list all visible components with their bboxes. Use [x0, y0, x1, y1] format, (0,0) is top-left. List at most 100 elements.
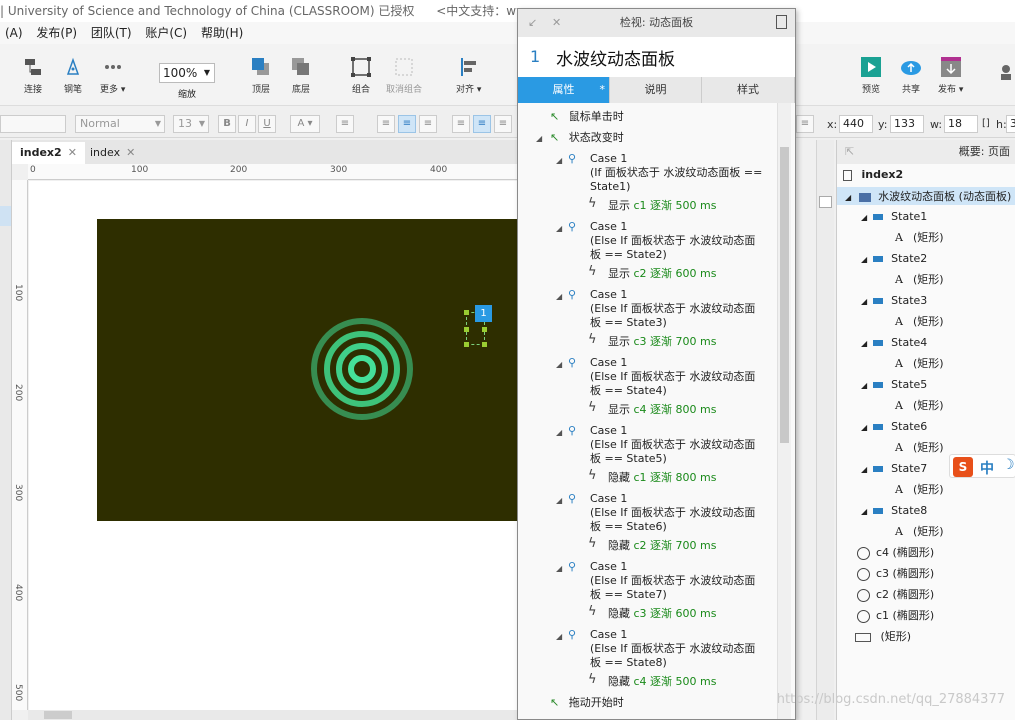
valign-top-button[interactable]: ≡ — [452, 115, 470, 133]
rect-child-row[interactable]: A (矩形) — [895, 399, 944, 413]
font-family-select[interactable] — [0, 115, 66, 133]
collapse-icon[interactable]: ↙ — [528, 9, 537, 37]
menu-item-a[interactable]: (A) — [0, 22, 28, 44]
send-to-bottom-button[interactable]: 底层 — [290, 56, 312, 95]
expand-icon[interactable]: ◢ — [556, 360, 562, 369]
rect-child-row[interactable]: A (矩形) — [895, 483, 944, 497]
tab-style[interactable]: 样式 — [702, 77, 795, 103]
style-select[interactable]: Normal ▼ — [75, 115, 165, 133]
rect-child-row[interactable]: A (矩形) — [895, 357, 944, 371]
filter-icon[interactable]: ⇱ — [845, 140, 854, 164]
circle-node[interactable]: c2 (椭圆形) — [857, 588, 934, 602]
canvas-vertical-scrollbar[interactable] — [816, 140, 834, 720]
expand-icon[interactable]: ◢ — [556, 564, 562, 573]
case-action[interactable]: 隐藏 c1 逐渐 800 ms — [608, 471, 716, 485]
expand-icon[interactable]: ◢ — [556, 292, 562, 301]
valign-middle-button[interactable]: ≡ — [473, 115, 491, 133]
more-format-button[interactable]: ≡ — [796, 115, 814, 133]
resize-handle[interactable] — [482, 342, 487, 347]
page-icon[interactable] — [776, 15, 787, 29]
case-name[interactable]: Case 1 — [590, 220, 627, 234]
connect-button[interactable]: 连接 — [22, 56, 44, 95]
state-row[interactable]: ◢ State7 — [861, 462, 927, 477]
rect-child-row[interactable]: A (矩形) — [895, 315, 944, 329]
bring-to-top-button[interactable]: 顶层 — [250, 56, 272, 95]
case-name[interactable]: Case 1 — [590, 356, 627, 370]
state-row[interactable]: ◢ State4 — [861, 336, 927, 351]
expand-icon[interactable]: ◢ — [556, 428, 562, 437]
resize-handle[interactable] — [464, 327, 469, 332]
ungroup-button[interactable]: 取消组合 — [386, 56, 422, 95]
case-name[interactable]: Case 1 — [590, 424, 627, 438]
case-action[interactable]: 隐藏 c3 逐渐 600 ms — [608, 607, 716, 621]
user-icon[interactable] — [1000, 64, 1012, 80]
scrollbar-thumb[interactable] — [819, 196, 832, 208]
more-button[interactable]: 更多 ▾ — [100, 56, 125, 95]
ime-toolbar[interactable]: S 中 ☽ — [949, 454, 1015, 478]
horizontal-scrollbar[interactable] — [28, 710, 517, 720]
state-row[interactable]: ◢ State5 — [861, 378, 927, 393]
case-name[interactable]: Case 1 — [590, 288, 627, 302]
italic-button[interactable]: I — [238, 115, 256, 133]
rect-node[interactable]: (矩形) — [855, 630, 911, 644]
underline-button[interactable]: U — [258, 115, 276, 133]
expand-icon[interactable]: ◢ — [556, 156, 562, 165]
expand-icon[interactable]: ◢ — [556, 496, 562, 505]
widget-name-field[interactable]: 水波纹动态面板 — [556, 45, 675, 70]
share-button[interactable]: 共享 — [900, 56, 922, 95]
resize-handle[interactable] — [482, 327, 487, 332]
h-input[interactable]: 3 — [1006, 115, 1015, 133]
scrollbar-thumb[interactable] — [780, 147, 789, 443]
state-row[interactable]: ◢ State6 — [861, 420, 927, 435]
tab-index[interactable]: index ✕ — [82, 142, 143, 164]
page-node[interactable]: index2 — [843, 168, 903, 182]
inspector-scrollbar[interactable] — [777, 103, 791, 719]
rect-child-row[interactable]: A (矩形) — [895, 525, 944, 539]
x-input[interactable]: 440 — [839, 115, 873, 133]
resize-handle[interactable] — [464, 342, 469, 347]
case-name[interactable]: Case 1 — [590, 560, 627, 574]
zoom-select[interactable]: 100% ▼ — [159, 63, 215, 83]
case-name[interactable]: Case 1 — [590, 152, 627, 166]
font-color-button[interactable]: A ▾ — [290, 115, 320, 133]
case-name[interactable]: Case 1 — [590, 628, 627, 642]
tab-properties[interactable]: 属性 * — [518, 77, 610, 103]
tab-notes[interactable]: 说明 — [610, 77, 702, 103]
event-click[interactable]: ↖ 鼠标单击时 — [550, 110, 624, 124]
menu-item-help[interactable]: 帮助(H) — [196, 22, 248, 44]
y-input[interactable]: 133 — [890, 115, 924, 133]
menu-item-publish[interactable]: 发布(P) — [31, 22, 82, 44]
circle-node[interactable]: c1 (椭圆形) — [857, 609, 934, 623]
font-size-select[interactable]: 13 ▼ — [173, 115, 209, 133]
case-action[interactable]: 隐藏 c2 逐渐 700 ms — [608, 539, 716, 553]
tab-index2[interactable]: index2 ✕ — [12, 142, 85, 164]
menu-item-account[interactable]: 账户(C) — [140, 22, 192, 44]
group-button[interactable]: 组合 — [350, 56, 372, 95]
align-left-button[interactable]: ≡ — [377, 115, 395, 133]
case-action[interactable]: 隐藏 c4 逐渐 500 ms — [608, 675, 716, 689]
state-row[interactable]: ◢ State2 — [861, 252, 927, 267]
close-icon[interactable]: ✕ — [126, 146, 135, 159]
state-row[interactable]: ◢ State1 — [861, 210, 927, 225]
w-input[interactable]: 18 — [944, 115, 978, 133]
scrollbar-thumb[interactable] — [44, 711, 72, 719]
case-action[interactable]: 显示 c2 逐渐 600 ms — [608, 267, 716, 281]
preview-button[interactable]: 预览 — [860, 56, 882, 95]
rect-child-row[interactable]: A (矩形) — [895, 273, 944, 287]
lock-icon[interactable]: [] — [982, 118, 990, 129]
case-action[interactable]: 显示 c3 逐渐 700 ms — [608, 335, 716, 349]
close-icon[interactable]: ✕ — [68, 146, 77, 159]
align-right-button[interactable]: ≡ — [419, 115, 437, 133]
circle-node[interactable]: c3 (椭圆形) — [857, 567, 934, 581]
align-center-button[interactable]: ≡ — [398, 115, 416, 133]
case-name[interactable]: Case 1 — [590, 492, 627, 506]
event-drag-start[interactable]: ↖ 拖动开始时 — [550, 696, 624, 710]
expand-icon[interactable]: ◢ — [536, 134, 542, 143]
close-icon[interactable]: ✕ — [552, 9, 561, 37]
menu-item-team[interactable]: 团队(T) — [86, 22, 137, 44]
rect-child-row[interactable]: A (矩形) — [895, 231, 944, 245]
case-action[interactable]: 显示 c4 逐渐 800 ms — [608, 403, 716, 417]
state-row[interactable]: ◢ State8 — [861, 504, 927, 519]
valign-bottom-button[interactable]: ≡ — [494, 115, 512, 133]
expand-icon[interactable]: ◢ — [556, 632, 562, 641]
